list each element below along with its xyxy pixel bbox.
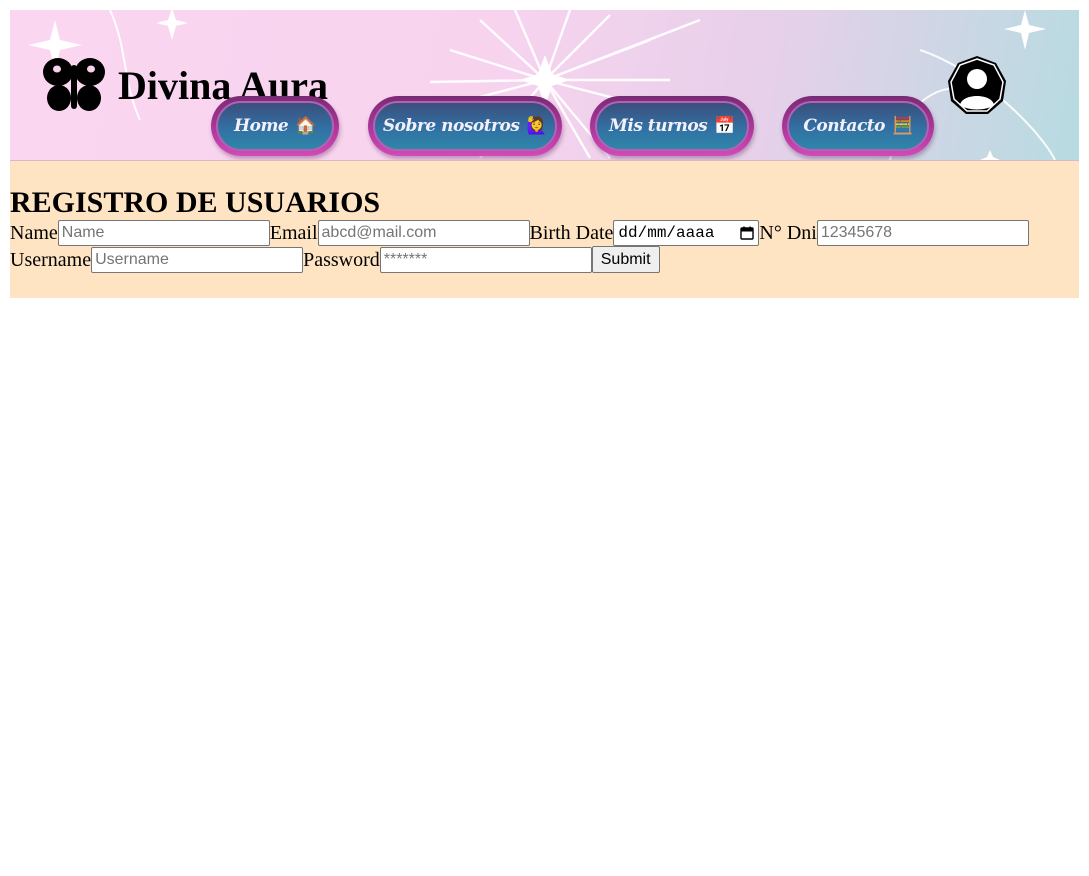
- email-input[interactable]: [317, 219, 530, 246]
- submit-button[interactable]: Submit: [591, 246, 660, 273]
- nav-appointments-button[interactable]: Mis turnos 📅: [590, 96, 754, 156]
- name-input[interactable]: [57, 219, 270, 246]
- page-title: REGISTRO DE USUARIOS: [10, 186, 381, 219]
- password-input[interactable]: [379, 246, 592, 273]
- page: Divina Aura Home 🏠 Sobre nosotros 🙋‍♀️ M…: [10, 10, 1079, 298]
- nav-contact-label: Contacto: [803, 116, 885, 136]
- woman-raising-hand-icon: 🙋‍♀️: [526, 116, 548, 136]
- form-row-1: Name Email Birth Date dd/mm/aaaa N° Dni: [10, 219, 1079, 246]
- calendar-picker-icon[interactable]: [740, 226, 755, 240]
- abacus-icon: 🧮: [891, 116, 913, 136]
- house-icon: 🏠: [295, 116, 316, 136]
- birth-date-input[interactable]: dd/mm/aaaa: [613, 219, 760, 246]
- dni-label: N° Dni: [759, 221, 817, 244]
- header-banner: Divina Aura Home 🏠 Sobre nosotros 🙋‍♀️ M…: [10, 10, 1079, 161]
- username-input[interactable]: [91, 246, 304, 273]
- form-row-2: Username Password Submit: [10, 246, 1079, 273]
- name-label: Name: [10, 221, 58, 244]
- user-avatar-icon[interactable]: [946, 55, 1008, 122]
- birth-date-label: Birth Date: [529, 221, 614, 244]
- nav-home-label: Home: [234, 116, 289, 136]
- nav-contact-button[interactable]: Contacto 🧮: [782, 96, 934, 156]
- username-label: Username: [10, 248, 92, 271]
- dni-input[interactable]: [816, 219, 1029, 246]
- nav-home-button[interactable]: Home 🏠: [211, 96, 339, 156]
- birth-date-value: dd/mm/aaaa: [618, 223, 715, 242]
- password-label: Password: [303, 248, 380, 271]
- nav-appointments-label: Mis turnos: [609, 116, 708, 136]
- butterfly-icon[interactable]: [42, 57, 106, 118]
- nav-about-button[interactable]: Sobre nosotros 🙋‍♀️: [368, 96, 562, 156]
- calendar-icon: 📅: [714, 116, 735, 136]
- registration-section: REGISTRO DE USUARIOS Name Email Birth Da…: [10, 161, 1079, 298]
- email-label: Email: [269, 221, 318, 244]
- nav-about-label: Sobre nosotros: [382, 116, 520, 136]
